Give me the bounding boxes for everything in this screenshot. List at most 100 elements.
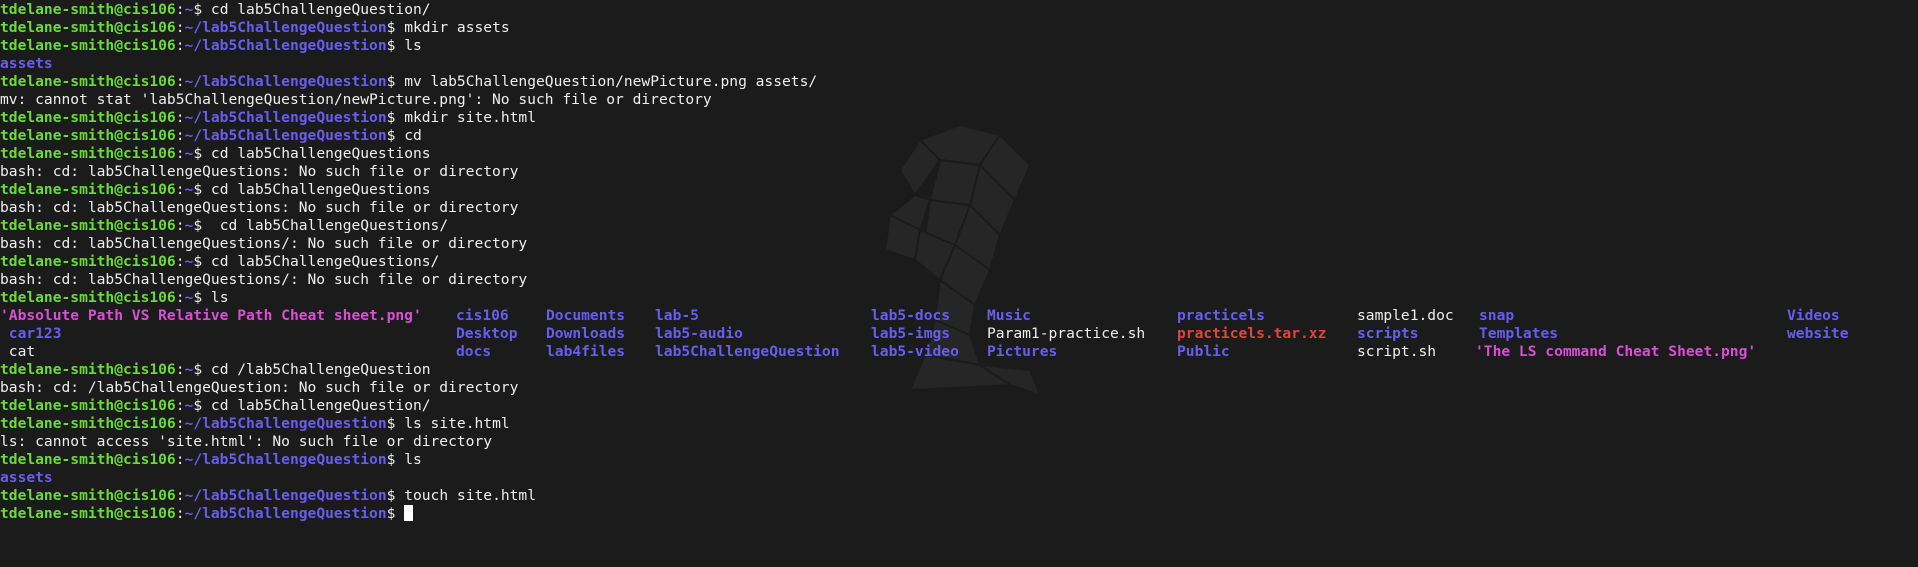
prompt-dollar: $ <box>193 145 211 162</box>
ls-entry: lab5-audio <box>655 325 743 342</box>
prompt-dollar: $ <box>386 451 405 468</box>
prompt-path: ~/lab5ChallengeQuestion <box>184 109 387 126</box>
prompt-line: tdelane-smith@cis106:~$ cd lab5Challenge… <box>0 217 817 235</box>
ls-entry: lab-5 <box>655 307 699 324</box>
prompt-path: ~/lab5ChallengeQuestion <box>184 127 387 144</box>
ls-entry: Param1-practice.sh <box>987 325 1146 342</box>
prompt-line: tdelane-smith@cis106:~/lab5ChallengeQues… <box>0 451 817 469</box>
prompt-line: tdelane-smith@cis106:~/lab5ChallengeQues… <box>0 73 817 91</box>
prompt-separator: : <box>175 127 185 144</box>
prompt-separator: : <box>175 181 185 198</box>
prompt-dollar: $ <box>386 37 405 54</box>
ls-entry: cis106 <box>456 307 509 324</box>
text-cursor[interactable] <box>404 505 414 521</box>
prompt-user-host: tdelane-smith@cis106 <box>0 109 176 126</box>
ls-entry: cat <box>0 343 36 360</box>
ls-entry: lab5-docs <box>871 307 951 324</box>
ls-entry: sample1.doc <box>1357 307 1454 324</box>
ls-entry: practicels <box>1177 307 1265 324</box>
prompt-dollar: $ <box>386 505 405 522</box>
output-text: bash: cd: lab5ChallengeQuestions: No suc… <box>0 199 519 216</box>
output-text: mv: cannot stat 'lab5ChallengeQuestion/n… <box>0 91 712 108</box>
prompt-path: ~/lab5ChallengeQuestion <box>184 19 387 36</box>
prompt-separator: : <box>175 19 185 36</box>
ls-entry: Downloads <box>546 325 626 342</box>
prompt-separator: : <box>175 37 185 54</box>
prompt-separator: : <box>175 73 185 90</box>
command-text: cd lab5ChallengeQuestions <box>210 181 431 198</box>
command-text: cd /lab5ChallengeQuestion <box>210 361 431 378</box>
prompt-dollar: $ <box>193 217 211 234</box>
prompt-user-host: tdelane-smith@cis106 <box>0 1 176 18</box>
command-text: mkdir assets <box>404 19 510 36</box>
output-line: bash: cd: lab5ChallengeQuestions: No suc… <box>0 163 817 181</box>
prompt-dollar: $ <box>386 415 405 432</box>
prompt-line: tdelane-smith@cis106:~/lab5ChallengeQues… <box>0 487 817 505</box>
prompt-path: ~ <box>184 145 194 162</box>
prompt-dollar: $ <box>386 73 405 90</box>
prompt-dollar: $ <box>193 181 211 198</box>
output-text: bash: cd: lab5ChallengeQuestions/: No su… <box>0 235 528 252</box>
prompt-user-host: tdelane-smith@cis106 <box>0 181 176 198</box>
ls-entry: docs <box>456 343 492 360</box>
prompt-dollar: $ <box>386 19 405 36</box>
prompt-path: ~ <box>184 217 194 234</box>
output-text: bash: cd: lab5ChallengeQuestions/: No su… <box>0 271 528 288</box>
prompt-line: tdelane-smith@cis106:~/lab5ChallengeQues… <box>0 37 817 55</box>
prompt-user-host: tdelane-smith@cis106 <box>0 397 176 414</box>
prompt-separator: : <box>175 109 185 126</box>
terminal-window[interactable]: tdelane-smith@cis106:~$ cd lab5Challenge… <box>0 0 1918 567</box>
prompt-separator: : <box>175 361 185 378</box>
prompt-dollar: $ <box>386 127 405 144</box>
output-line: bash: cd: /lab5ChallengeQuestion: No suc… <box>0 379 817 397</box>
prompt-separator: : <box>175 451 185 468</box>
prompt-path: ~/lab5ChallengeQuestion <box>184 415 387 432</box>
prompt-path: ~ <box>184 361 194 378</box>
ls-entry: Music <box>987 307 1031 324</box>
output-line: assets <box>0 469 817 487</box>
command-text: cd lab5ChallengeQuestions <box>210 145 431 162</box>
ls-entry: script.sh <box>1357 343 1437 360</box>
ls-entry: snap <box>1479 307 1515 324</box>
prompt-line: tdelane-smith@cis106:~/lab5ChallengeQues… <box>0 19 817 37</box>
prompt-path: ~ <box>184 1 194 18</box>
prompt-line: tdelane-smith@cis106:~$ ls <box>0 289 817 307</box>
prompt-user-host: tdelane-smith@cis106 <box>0 361 176 378</box>
ls-entry: 'Absolute Path VS Relative Path Cheat sh… <box>0 307 422 324</box>
prompt-line: tdelane-smith@cis106:~/lab5ChallengeQues… <box>0 109 817 127</box>
output-text: ls: cannot access 'site.html': No such f… <box>0 433 493 450</box>
prompt-user-host: tdelane-smith@cis106 <box>0 451 176 468</box>
command-text: ls site.html <box>404 415 510 432</box>
prompt-separator: : <box>175 505 185 522</box>
prompt-path: ~/lab5ChallengeQuestion <box>184 73 387 90</box>
prompt-dollar: $ <box>386 109 405 126</box>
command-text: mkdir site.html <box>404 109 536 126</box>
prompt-user-host: tdelane-smith@cis106 <box>0 415 176 432</box>
prompt-path: ~ <box>184 253 194 270</box>
ls-entry: practicels.tar.xz <box>1177 325 1327 342</box>
prompt-line: tdelane-smith@cis106:~$ cd lab5Challenge… <box>0 253 817 271</box>
command-text: mv lab5ChallengeQuestion/newPicture.png … <box>404 73 818 90</box>
command-text: ls <box>404 37 422 54</box>
prompt-path: ~ <box>184 181 194 198</box>
ls-entry: lab5-video <box>871 343 959 360</box>
output-text: bash: cd: /lab5ChallengeQuestion: No suc… <box>0 379 519 396</box>
prompt-user-host: tdelane-smith@cis106 <box>0 217 176 234</box>
prompt-line: tdelane-smith@cis106:~$ cd lab5Challenge… <box>0 397 817 415</box>
ls-entry: 'The LS command Cheat Sheet.png' <box>1475 343 1757 360</box>
prompt-user-host: tdelane-smith@cis106 <box>0 289 176 306</box>
prompt-separator: : <box>175 397 185 414</box>
prompt-line: tdelane-smith@cis106:~$ cd lab5Challenge… <box>0 181 817 199</box>
ls-entry: Videos <box>1787 307 1840 324</box>
command-text: touch site.html <box>404 487 536 504</box>
prompt-line: tdelane-smith@cis106:~/lab5ChallengeQues… <box>0 127 817 145</box>
prompt-separator: : <box>175 253 185 270</box>
command-text: ls <box>404 451 422 468</box>
prompt-separator: : <box>175 289 185 306</box>
prompt-dollar: $ <box>193 361 211 378</box>
prompt-separator: : <box>175 1 185 18</box>
prompt-path: ~/lab5ChallengeQuestion <box>184 37 387 54</box>
prompt-path: ~/lab5ChallengeQuestion <box>184 487 387 504</box>
prompt-separator: : <box>175 145 185 162</box>
prompt-dollar: $ <box>386 487 405 504</box>
